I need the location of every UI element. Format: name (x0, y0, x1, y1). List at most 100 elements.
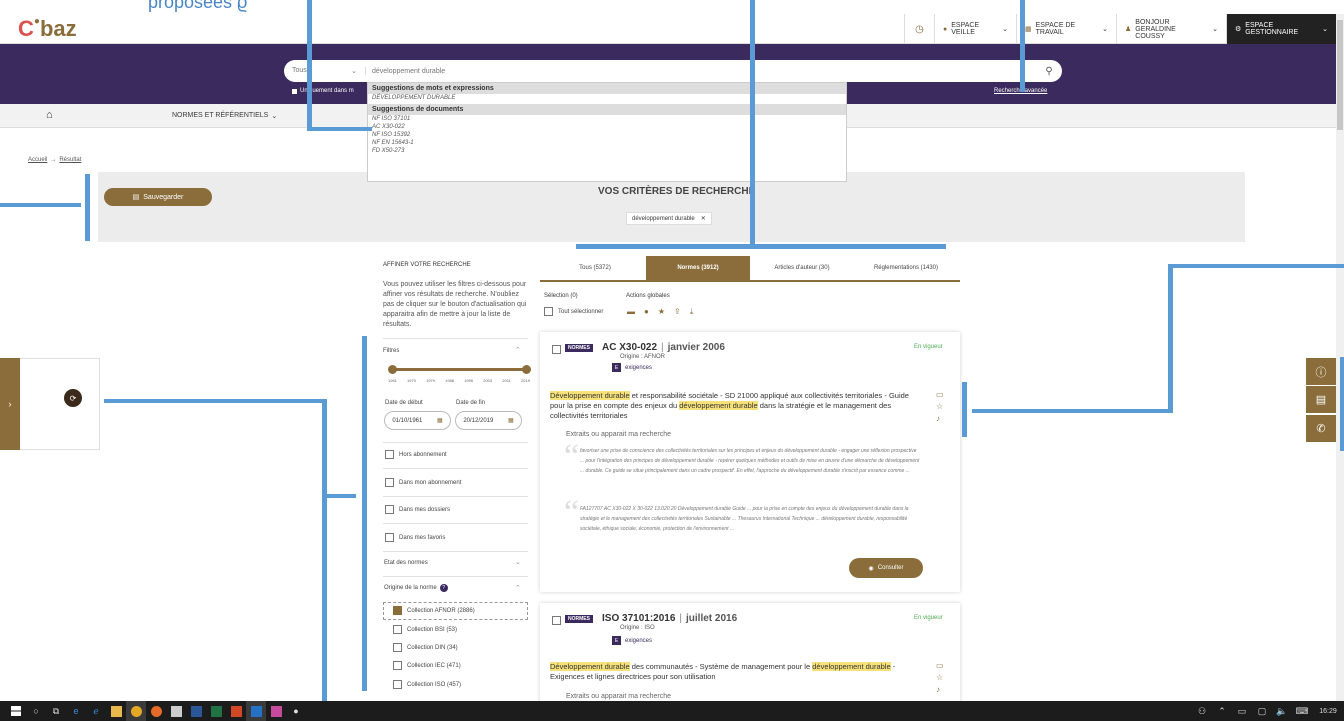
origine-heading[interactable]: Origine de la norme ? (384, 584, 448, 592)
task-view-icon[interactable]: ⧉ (46, 701, 66, 721)
home-icon[interactable]: ⌂ (46, 109, 53, 121)
star-outline-icon[interactable]: ☆ (936, 402, 944, 411)
collection-checkbox[interactable]: Collection AFNOR (2886) (393, 606, 475, 615)
outlook-icon[interactable] (246, 701, 266, 721)
espace-travail-menu[interactable]: ▦ ESPACE DE TRAVAIL ⌄ (1016, 14, 1116, 44)
scrollbar-thumb[interactable] (1337, 20, 1343, 130)
powerpoint-icon[interactable] (226, 701, 246, 721)
menu-normes[interactable]: NORMES ET RÉFÉRENTIELS ⌄ (172, 112, 277, 120)
year-range-slider[interactable] (392, 368, 527, 371)
breadcrumb-current[interactable]: Résultat (59, 157, 81, 163)
file-explorer-icon[interactable] (106, 701, 126, 721)
result-checkbox[interactable] (552, 616, 561, 625)
collection-checkbox[interactable]: Collection ISO (457) (393, 680, 461, 689)
firefox-icon[interactable] (146, 701, 166, 721)
result-summary[interactable]: Développement durable des communautés - … (550, 662, 920, 682)
tab-normes[interactable]: Normes (3912) (646, 256, 750, 280)
user-menu[interactable]: ♟ BONJOUR GERALDINE COUSSY ⌄ (1116, 14, 1226, 44)
suggestions-dropdown: Suggestions de mots et expressions DÉVEL… (367, 82, 847, 182)
suggestion-doc[interactable]: FD X50-273 (368, 147, 846, 155)
year-tick: 1988 (445, 378, 455, 383)
network-icon[interactable]: ▢ (1252, 701, 1272, 721)
date-end-field[interactable]: 20/12/2019 ▦ (455, 411, 522, 430)
collection-checkbox[interactable]: Collection DIN (34) (393, 643, 458, 652)
folder-icon[interactable]: ▬ (627, 307, 635, 317)
slider-handle-end[interactable] (522, 365, 531, 374)
suggestion-word[interactable]: DÉVELOPPEMENT DURABLE (368, 94, 846, 102)
bell-outline-icon[interactable]: ♪ (936, 414, 944, 423)
filter-checkbox[interactable]: Dans mon abonnement (385, 478, 461, 487)
keyboard-icon[interactable]: ⌨ (1292, 701, 1312, 721)
app-icon[interactable]: ● (286, 701, 306, 721)
filter-checkbox[interactable]: Dans mes dossiers (385, 505, 450, 514)
excel-icon[interactable] (206, 701, 226, 721)
ie-icon[interactable]: ℯ (86, 701, 106, 721)
espace-gestionnaire-menu[interactable]: ⚙ ESPACE GESTIONNAIRE ⌄ (1226, 14, 1336, 44)
consult-button[interactable]: ◉ Consulter (849, 558, 923, 578)
bell-icon[interactable]: ● (644, 307, 649, 317)
checkbox-icon (393, 643, 402, 652)
breadcrumb-home[interactable]: Accueil (28, 157, 47, 163)
tab-reglementations[interactable]: Réglementations (1430) (854, 256, 958, 280)
tab-articles[interactable]: Articles d'auteur (30) (750, 256, 854, 280)
battery-icon[interactable]: ▭ (1232, 701, 1252, 721)
result-checkbox[interactable] (552, 345, 561, 354)
search-icon[interactable]: ○ (26, 701, 46, 721)
save-button[interactable]: ▤ Sauvegarder (104, 188, 212, 206)
history-button[interactable]: ◷ (904, 14, 934, 44)
volume-icon[interactable]: 🔈 (1272, 701, 1292, 721)
result-title-line: AC X30-022 | janvier 2006 (602, 342, 725, 353)
date-start-field[interactable]: 01/10/1961 ▦ (384, 411, 451, 430)
collection-checkbox[interactable]: Collection IEC (471) (393, 661, 461, 670)
phone-tab[interactable]: ✆ (1306, 415, 1336, 442)
chevron-down-icon: ⌄ (1212, 26, 1218, 33)
suggestion-doc[interactable]: NF EN 15643-1 (368, 139, 846, 147)
side-widget-toggle[interactable]: › (0, 358, 20, 450)
clock[interactable]: 16:29 (1312, 708, 1344, 715)
search-input[interactable]: développement durable (366, 68, 1036, 75)
scope-select[interactable]: Tous ⌄ (284, 67, 366, 75)
search-icon[interactable]: ⚲ (1036, 66, 1062, 77)
star-outline-icon[interactable]: ☆ (936, 673, 944, 682)
info-icon[interactable]: ? (439, 584, 448, 592)
suggestion-doc[interactable]: AC X30-022 (368, 123, 846, 131)
info-tab[interactable]: ⓘ (1306, 358, 1336, 385)
message-tab[interactable]: ▤ (1306, 386, 1336, 413)
export-icon[interactable]: ⇪ (674, 307, 681, 317)
folder-icon[interactable]: ▭ (936, 661, 944, 670)
bell-outline-icon[interactable]: ♪ (936, 685, 944, 694)
word-icon[interactable] (186, 701, 206, 721)
logo[interactable]: C●baz (18, 16, 77, 42)
onenote-icon[interactable] (266, 701, 286, 721)
only-subscription-option[interactable]: Uniquement dans m (292, 88, 354, 94)
suggestion-doc[interactable]: NF ISO 15392 (368, 131, 846, 139)
filter-checkbox[interactable]: Hors abonnement (385, 450, 447, 459)
chevron-up-icon[interactable]: ⌃ (1212, 701, 1232, 721)
filter-checkbox[interactable]: Dans mes favoris (385, 533, 445, 542)
refresh-icon[interactable]: ⟳ (64, 389, 82, 407)
select-all-checkbox[interactable]: Tout sélectionner (544, 307, 603, 316)
chrome-icon[interactable] (126, 701, 146, 721)
chevron-up-icon[interactable]: ⌃ (515, 584, 521, 592)
espace-veille-menu[interactable]: ● ESPACE VEILLE ⌄ (934, 14, 1016, 44)
people-icon[interactable]: ⚇ (1192, 701, 1212, 721)
close-icon[interactable]: ✕ (701, 215, 706, 222)
download-icon[interactable]: ⤓ (690, 307, 694, 317)
folder-icon[interactable]: ▭ (936, 390, 944, 399)
star-icon[interactable]: ★ (658, 307, 665, 317)
store-icon[interactable] (166, 701, 186, 721)
edge-icon[interactable]: e (66, 701, 86, 721)
result-summary[interactable]: Développement durable et responsabilité … (550, 391, 920, 421)
etat-label[interactable]: Etat des normes (384, 560, 428, 566)
result-reference[interactable]: AC X30-022 (602, 342, 657, 353)
windows-start-icon[interactable] (6, 701, 26, 721)
tab-tous[interactable]: Tous (5372) (545, 256, 645, 280)
top-bar: C●baz ◷ ● ESPACE VEILLE ⌄ ▦ ESPACE DE TR… (0, 14, 1336, 44)
suggestion-doc[interactable]: NF ISO 37101 (368, 115, 846, 123)
search-bar[interactable]: Tous ⌄ développement durable ⚲ (284, 60, 1062, 82)
result-reference[interactable]: ISO 37101:2016 (602, 613, 675, 624)
slider-handle-start[interactable] (388, 365, 397, 374)
chevron-up-icon[interactable]: ⌃ (515, 346, 521, 354)
chevron-down-icon[interactable]: ⌄ (515, 558, 521, 566)
collection-checkbox[interactable]: Collection BSI (53) (393, 625, 457, 634)
